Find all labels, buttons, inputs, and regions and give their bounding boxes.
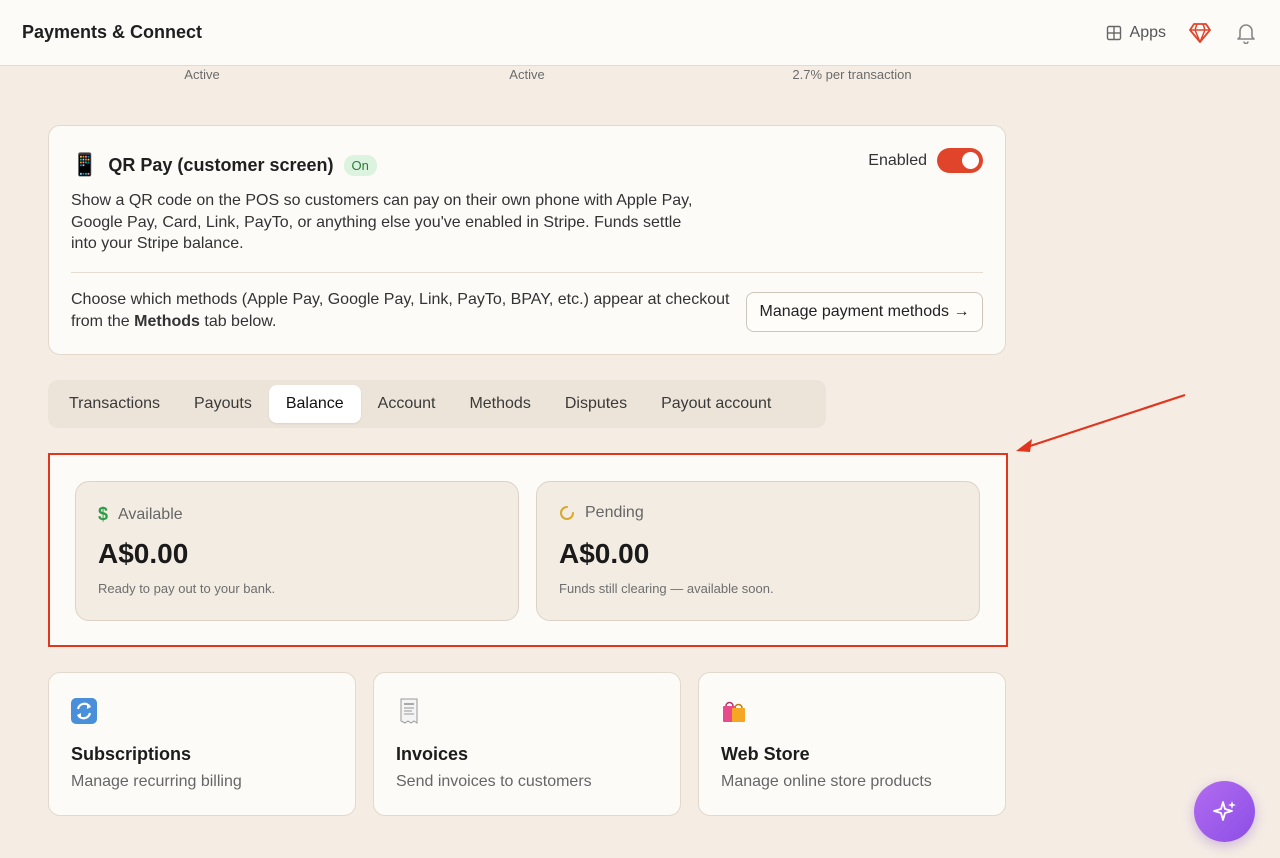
tab-balance[interactable]: Balance (268, 385, 361, 423)
tab-account[interactable]: Account (361, 385, 453, 423)
balance-highlight-box: $ Available A$0.00 Ready to pay out to y… (48, 453, 1008, 647)
toggle-label: Enabled (868, 151, 927, 169)
shopping-bags-icon (720, 697, 748, 725)
available-amount: A$0.00 (98, 538, 189, 569)
subscriptions-title: Subscriptions (71, 744, 192, 764)
gem-button[interactable] (1188, 21, 1212, 45)
ai-assistant-button[interactable] (1194, 781, 1255, 842)
annotation-arrow (1016, 393, 1186, 452)
top-bar: Payments & Connect Apps (0, 0, 1280, 66)
dollar-icon: $ (98, 504, 109, 524)
tab-transactions[interactable]: Transactions (52, 385, 177, 423)
pending-amount: A$0.00 (559, 538, 650, 569)
methods-note-bold: Methods (134, 312, 200, 330)
tab-methods[interactable]: Methods (452, 385, 547, 423)
notifications-button[interactable] (1234, 21, 1258, 45)
pending-balance-card: Pending A$0.00 Funds still clearing — av… (536, 481, 980, 621)
status-text: 2.7% per transaction (792, 67, 912, 82)
status-text: Active (184, 67, 220, 82)
web-store-subtitle: Manage online store products (721, 773, 932, 790)
status-row: Active Active 2.7% per transaction (48, 66, 1006, 82)
pending-note: Funds still clearing — available soon. (559, 581, 774, 596)
qr-pay-header: 📱 QR Pay (customer screen) On (71, 152, 377, 178)
status-text: Active (509, 67, 545, 82)
tab-payouts[interactable]: Payouts (177, 385, 269, 423)
enabled-toggle[interactable] (937, 148, 983, 173)
tab-disputes[interactable]: Disputes (548, 385, 644, 423)
tab-bar: Transactions Payouts Balance Account Met… (48, 380, 826, 428)
app-title: Payments & Connect (22, 22, 203, 42)
divider (71, 272, 983, 273)
phone-icon: 📱 (71, 152, 99, 177)
qr-pay-card: 📱 QR Pay (customer screen) On Enabled Sh… (48, 125, 1006, 355)
bell-icon (1237, 23, 1255, 44)
pending-label: Pending (585, 504, 644, 521)
available-header: $ Available (98, 504, 183, 525)
subscriptions-card[interactable]: Subscriptions Manage recurring billing (48, 672, 356, 816)
tab-payout-account[interactable]: Payout account (644, 385, 788, 423)
top-actions: Apps (1106, 21, 1258, 45)
qr-pay-title: QR Pay (customer screen) (108, 154, 334, 175)
pending-header: Pending (559, 504, 644, 522)
available-label: Available (118, 505, 183, 523)
available-balance-card: $ Available A$0.00 Ready to pay out to y… (75, 481, 519, 621)
refresh-icon (70, 697, 98, 725)
status-badge: On (343, 154, 377, 176)
web-store-title: Web Store (721, 744, 810, 764)
available-note: Ready to pay out to your bank. (98, 581, 276, 596)
web-store-card[interactable]: Web Store Manage online store products (698, 672, 1006, 816)
sparkle-icon (1212, 800, 1236, 821)
apps-button[interactable]: Apps (1106, 24, 1166, 42)
methods-note-tail: tab below. (199, 312, 277, 330)
spinner-icon (560, 506, 574, 520)
subscriptions-subtitle: Manage recurring billing (71, 773, 242, 790)
toggle-knob (962, 152, 979, 169)
manage-payment-methods-button[interactable]: Manage payment methods → (746, 292, 983, 332)
receipt-icon (395, 697, 423, 725)
invoices-card[interactable]: Invoices Send invoices to customers (373, 672, 681, 816)
gem-icon (1189, 22, 1211, 43)
qr-pay-description: Show a QR code on the POS so customers c… (71, 192, 693, 252)
invoices-title: Invoices (396, 744, 469, 764)
methods-note: Choose which methods (Apple Pay, Google … (71, 289, 731, 332)
enabled-toggle-group: Enabled (868, 148, 983, 173)
invoices-subtitle: Send invoices to customers (396, 773, 592, 790)
apps-label: Apps (1129, 23, 1166, 41)
grid-icon (1106, 25, 1121, 40)
